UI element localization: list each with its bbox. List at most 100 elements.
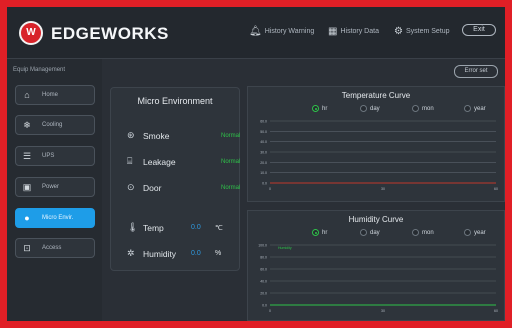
sidebar-item-label: Access	[42, 245, 62, 251]
y-tick-label: 30.0	[260, 151, 267, 155]
temp-period-year[interactable]: year	[464, 105, 486, 112]
radio-icon	[360, 105, 367, 112]
temperature-chart-panel: Temperature Curve hr day mon year 60.0 50…	[247, 86, 505, 202]
y-tick-label: 80.0	[260, 256, 267, 260]
humidity-value: 0.0	[191, 250, 201, 257]
ups-icon: ☰	[22, 150, 32, 161]
radio-icon	[464, 105, 471, 112]
temp-period-hr[interactable]: hr	[312, 105, 327, 112]
app-screen: W EDGEWORKS 🔔︎ History Warning ▦ History…	[7, 7, 505, 321]
brand-name: EDGEWORKS	[51, 24, 169, 43]
system-setup-label: System Setup	[405, 28, 450, 35]
power-icon: ▣	[22, 181, 32, 192]
sidebar-item-micro-envir[interactable]: ● Micro Envir.	[15, 208, 95, 228]
sidebar-item-access[interactable]: ⊡ Access	[15, 238, 95, 258]
temp-unit: ℃	[215, 225, 223, 232]
panel-title: Micro Environment	[137, 96, 213, 106]
period-label: year	[474, 105, 486, 112]
smoke-status: Normal	[221, 133, 241, 139]
leakage-row: ⌸ Leakage	[127, 156, 176, 167]
y-tick-label: 10.0	[260, 171, 267, 175]
leakage-label: Leakage	[143, 156, 176, 167]
hum-period-mon[interactable]: mon	[412, 229, 434, 236]
temp-value: 0.0	[191, 224, 201, 231]
hum-period-hr[interactable]: hr	[312, 229, 327, 236]
sidebar-item-label: UPS	[42, 153, 55, 159]
gear-icon: ⚙	[394, 26, 403, 37]
humidity-chart: 100.0 80.0 60.0 40.0 20.0 0.00 30 60 Humidity	[258, 244, 498, 314]
droplet-icon: ●	[24, 213, 30, 223]
door-row: ⊙ Door	[127, 182, 161, 193]
sidebar-item-label: Cooling	[42, 122, 63, 128]
y-tick-label: 20.0	[260, 292, 267, 296]
humidity-icon: ✲	[127, 248, 135, 258]
humidity-row: ✲ Humidity	[127, 248, 176, 259]
temp-label: Temp	[143, 222, 164, 233]
sidebar-item-label: Micro Envir.	[42, 215, 74, 221]
smoke-row: ⊛ Smoke	[127, 130, 169, 141]
radio-icon	[412, 105, 419, 112]
sidebar-item-cooling[interactable]: ❄ Cooling	[15, 115, 95, 135]
door-status: Normal	[221, 185, 241, 191]
humidity-chart-panel: Humidity Curve hr day mon year 100.0 80.0…	[247, 210, 505, 321]
sidebar: Equip Management ⌂ Home ❄ Cooling ☰ UPS …	[7, 59, 102, 321]
lock-icon: ⊡	[23, 242, 31, 253]
temperature-chart: 60.0 50.0 40.0 30.0 20.0 10.0 0.00 30 60	[260, 120, 498, 192]
period-label: mon	[422, 105, 434, 112]
header-bar: W EDGEWORKS 🔔︎ History Warning ▦ History…	[7, 7, 505, 59]
temp-period-mon[interactable]: mon	[412, 105, 434, 112]
y-tick-label: 100.0	[258, 244, 267, 248]
sidebar-item-home[interactable]: ⌂ Home	[15, 85, 95, 105]
radio-selected-icon	[312, 229, 319, 236]
door-icon: ⊙	[127, 182, 135, 192]
smoke-label: Smoke	[143, 130, 170, 141]
legend-label: Humidity	[278, 246, 292, 250]
y-tick-label: 50.0	[260, 130, 267, 134]
period-label: hr	[322, 105, 328, 112]
x-tick-label: 30	[381, 187, 385, 191]
x-tick-label: 60	[494, 309, 498, 313]
radio-icon	[464, 229, 471, 236]
sidebar-item-label: Power	[42, 184, 60, 190]
snowflake-icon: ❄	[23, 119, 31, 130]
micro-environment-panel: Micro Environment ⊛ Smoke Normal ⌸ Leaka…	[110, 87, 240, 271]
radio-icon	[360, 229, 367, 236]
history-data-link[interactable]: ▦ History Data	[328, 26, 379, 37]
y-tick-label: 60.0	[260, 120, 267, 124]
logo-icon: W	[19, 21, 43, 45]
smoke-icon: ⊛	[127, 130, 135, 140]
x-tick-label: 30	[381, 309, 385, 313]
hum-period-year[interactable]: year	[464, 229, 486, 236]
y-tick-label: 0.0	[262, 304, 267, 308]
x-tick-label: 0	[269, 309, 271, 313]
period-label: year	[474, 229, 486, 236]
period-label: day	[370, 105, 380, 112]
temp-row: 🌡︎ Temp	[127, 222, 164, 233]
thermometer-icon: 🌡︎	[127, 222, 139, 232]
leakage-icon: ⌸	[127, 156, 133, 166]
humidity-label: Humidity	[143, 248, 177, 259]
period-label: day	[370, 229, 380, 236]
leakage-status: Normal	[221, 159, 241, 165]
error-set-button[interactable]: Error set	[454, 65, 498, 78]
sidebar-item-power[interactable]: ▣ Power	[15, 177, 95, 197]
system-setup-link[interactable]: ⚙ System Setup	[394, 26, 450, 37]
temp-period-day[interactable]: day	[360, 105, 380, 112]
temperature-chart-title: Temperature Curve	[341, 91, 411, 100]
period-label: mon	[422, 229, 434, 236]
y-tick-label: 20.0	[260, 161, 267, 165]
history-warning-link[interactable]: 🔔︎ History Warning	[249, 26, 314, 37]
exit-button[interactable]: Exit	[462, 24, 496, 36]
humidity-chart-title: Humidity Curve	[348, 215, 404, 224]
home-icon: ⌂	[24, 90, 30, 100]
y-tick-label: 40.0	[260, 280, 267, 284]
sidebar-item-ups[interactable]: ☰ UPS	[15, 146, 95, 166]
hum-period-day[interactable]: day	[360, 229, 380, 236]
y-tick-label: 60.0	[260, 268, 267, 272]
x-tick-label: 60	[494, 187, 498, 191]
y-tick-label: 40.0	[260, 140, 267, 144]
x-tick-label: 0	[269, 187, 271, 191]
radio-icon	[412, 229, 419, 236]
sidebar-title: Equip Management	[13, 67, 66, 73]
period-label: hr	[322, 229, 328, 236]
